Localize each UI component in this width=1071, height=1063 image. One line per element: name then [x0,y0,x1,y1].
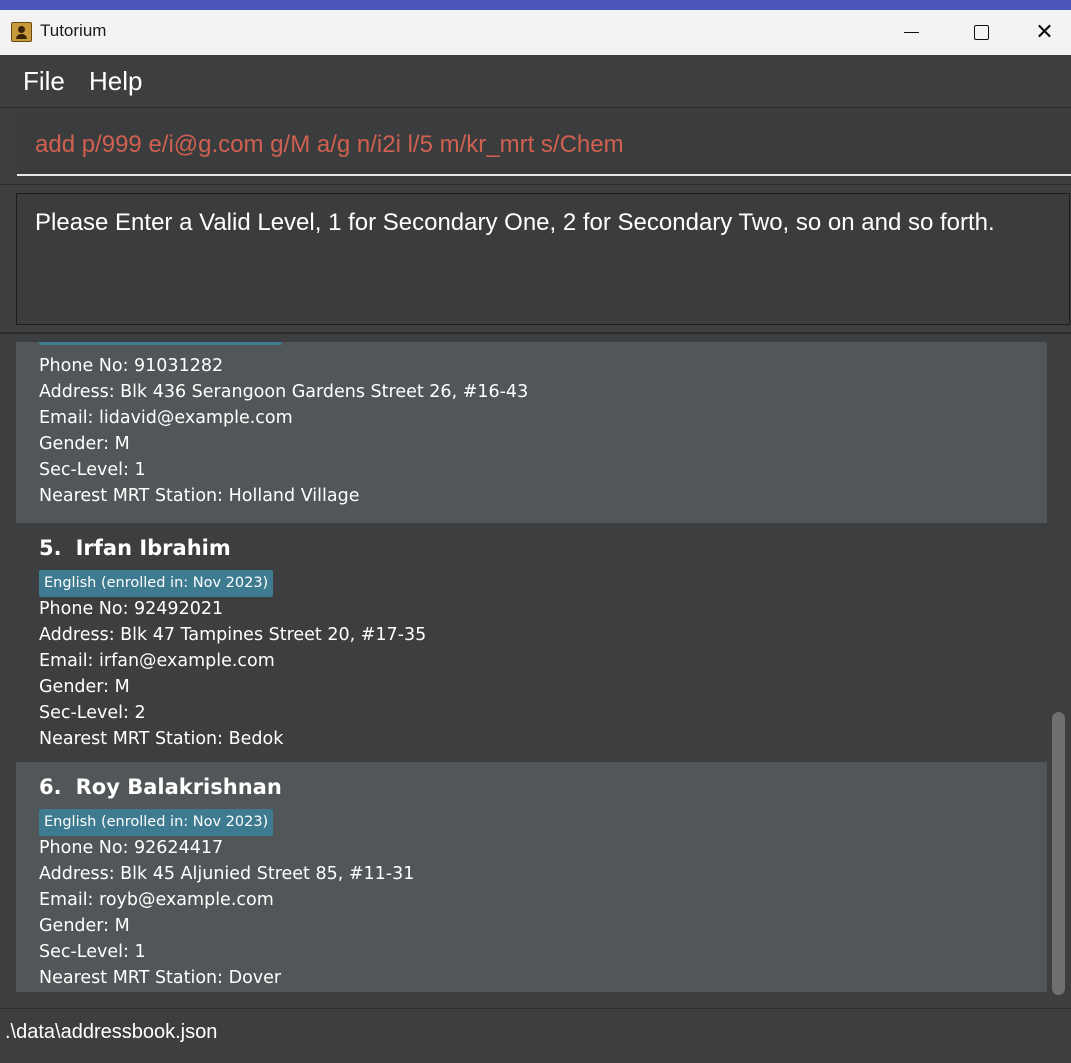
address-book-icon [11,22,32,42]
person-mrt: Nearest MRT Station: Dover [39,968,282,988]
subject-tag: English (enrolled in: Nov 2023) [39,570,274,597]
result-message: Please Enter a Valid Level, 1 for Second… [35,209,995,236]
person-address: Address: Blk 436 Serangoon Gardens Stree… [39,382,529,402]
minimize-icon [903,31,919,34]
person-gender: Gender: M [39,677,130,697]
menu-help[interactable]: Help [89,66,142,97]
maximize-icon [973,25,989,40]
person-level: Sec-Level: 1 [39,942,146,962]
person-email: Email: royb@example.com [39,890,274,910]
minimize-button[interactable] [877,10,945,55]
person-card[interactable]: 6. Roy Balakrishnan English (enrolled in:… [16,762,1047,992]
person-level: Sec-Level: 1 [39,460,146,480]
person-name: 6. Roy Balakrishnan [39,775,282,799]
result-display[interactable]: Please Enter a Valid Level, 1 for Second… [16,193,1070,325]
command-box [0,109,1071,185]
subject-tag: English (enrolled in: Nov 2023) [39,809,274,836]
person-phone: Phone No: 92492021 [39,599,224,619]
person-card[interactable]: Phone No: 91031282 Address: Blk 436 Sera… [16,342,1047,523]
maximize-button[interactable] [947,10,1015,55]
result-display-pane: Please Enter a Valid Level, 1 for Second… [0,187,1071,334]
close-button[interactable]: ✕ [1018,10,1071,55]
person-index: 5. [39,536,62,560]
person-address: Address: Blk 45 Aljunied Street 85, #11-… [39,864,415,884]
person-mrt: Nearest MRT Station: Holland Village [39,486,360,506]
person-list[interactable]: Phone No: 91031282 Address: Blk 436 Sera… [16,342,1047,992]
command-input[interactable] [17,113,1071,176]
subject-tag [39,342,282,345]
person-mrt: Nearest MRT Station: Bedok [39,729,284,749]
person-name-text: Irfan Ibrahim [75,536,231,560]
close-icon: ✕ [1035,19,1054,45]
menu-file[interactable]: File [23,66,65,97]
person-card[interactable]: 5. Irfan Ibrahim English (enrolled in: No… [16,523,1047,762]
person-email: Email: irfan@example.com [39,651,275,671]
person-index: 6. [39,775,62,799]
status-file-path: .\data\addressbook.json [5,1021,218,1043]
person-phone: Phone No: 91031282 [39,356,224,376]
window-title: Tutorium [40,21,107,40]
person-name: 5. Irfan Ibrahim [39,536,231,560]
status-bar: .\data\addressbook.json [0,1008,1071,1053]
person-name-text: Roy Balakrishnan [75,775,282,799]
person-phone: Phone No: 92624417 [39,838,224,858]
person-gender: Gender: M [39,434,130,454]
person-gender: Gender: M [39,916,130,936]
title-bar: Tutorium ✕ [0,10,1071,55]
person-level: Sec-Level: 2 [39,703,146,723]
person-address: Address: Blk 47 Tampines Street 20, #17-… [39,625,427,645]
person-email: Email: lidavid@example.com [39,408,293,428]
menu-bar: File Help [0,55,1071,108]
list-scrollbar-thumb[interactable] [1052,712,1065,995]
